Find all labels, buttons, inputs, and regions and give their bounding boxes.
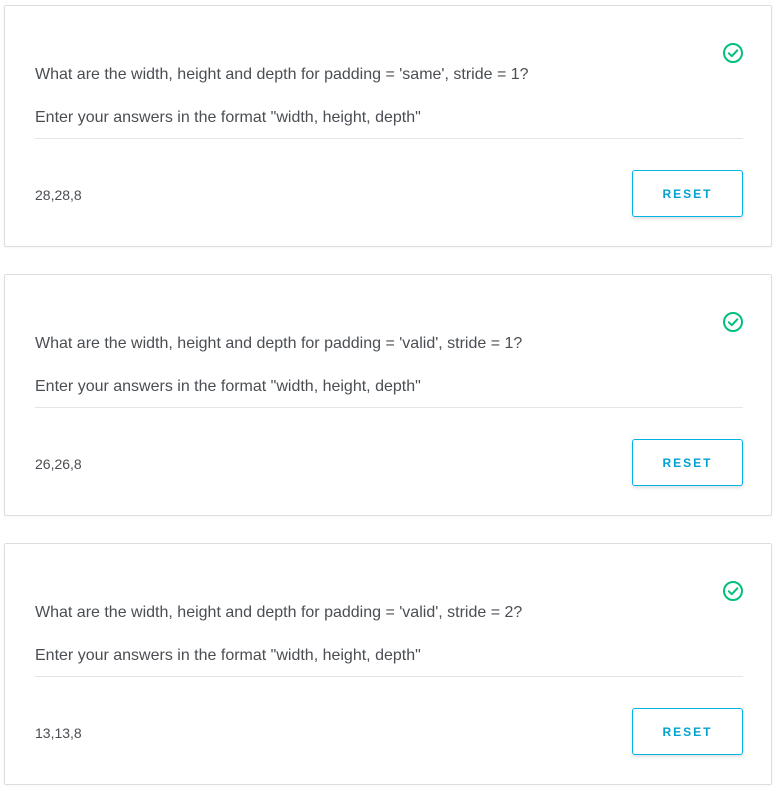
question-text: What are the width, height and depth for… xyxy=(35,66,529,83)
quiz-list: What are the width, height and depth for… xyxy=(0,0,778,793)
question-text: What are the width, height and depth for… xyxy=(35,335,523,352)
check-circle-icon xyxy=(722,311,744,333)
divider xyxy=(35,138,743,139)
check-circle-icon xyxy=(722,42,744,64)
reset-button[interactable]: RESET xyxy=(632,708,743,755)
answer-value: 13,13,8 xyxy=(35,725,82,741)
quiz-card: What are the width, height and depth for… xyxy=(4,543,772,785)
answer-value: 26,26,8 xyxy=(35,456,82,472)
reset-button[interactable]: RESET xyxy=(632,439,743,486)
check-circle-icon xyxy=(722,580,744,602)
reset-button[interactable]: RESET xyxy=(632,170,743,217)
question-text: What are the width, height and depth for… xyxy=(35,604,523,621)
instruction-text: Enter your answers in the format "width,… xyxy=(35,647,421,664)
quiz-card: What are the width, height and depth for… xyxy=(4,274,772,516)
instruction-text: Enter your answers in the format "width,… xyxy=(35,378,421,395)
divider xyxy=(35,407,743,408)
divider xyxy=(35,676,743,677)
instruction-text: Enter your answers in the format "width,… xyxy=(35,109,421,126)
quiz-card: What are the width, height and depth for… xyxy=(4,5,772,247)
answer-value: 28,28,8 xyxy=(35,187,82,203)
